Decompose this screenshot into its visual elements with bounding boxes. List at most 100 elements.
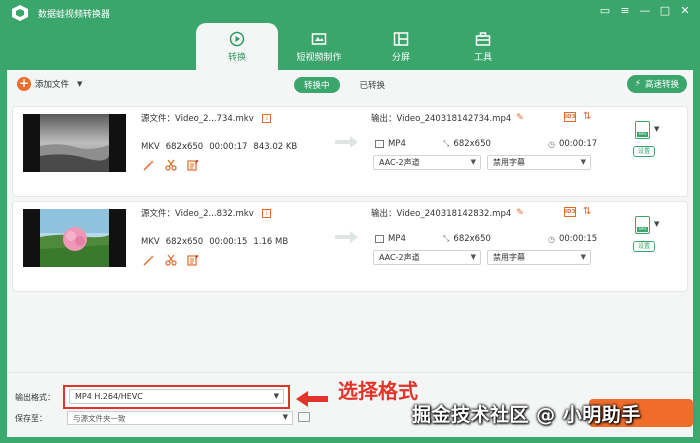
chevron-down-icon: ▼ <box>580 253 586 261</box>
clock-icon: ◷ <box>548 234 555 244</box>
output-badges: ID3 ⇅ <box>564 207 591 217</box>
watermark: 掘金技术社区 @ 小明助手 <box>412 404 641 426</box>
output-file-text: 输出：Video_240318142832.mp4 <box>371 209 512 219</box>
scissors-icon[interactable] <box>165 254 177 266</box>
info-icon[interactable]: i <box>262 114 272 123</box>
chevron-down-icon: ▼ <box>273 392 279 400</box>
toolbox-icon <box>475 32 491 46</box>
thumbnail-image <box>40 209 109 267</box>
subtitle-select[interactable]: 禁用字幕 ▼ <box>487 250 591 265</box>
app-logo-icon <box>12 5 28 21</box>
video-enhance-icon[interactable]: ID3 <box>564 207 576 217</box>
chevron-down-icon[interactable]: ▼ <box>654 220 659 228</box>
edit-tools <box>143 159 199 171</box>
output-resolution-item: ⤡ 682x650 <box>443 139 491 149</box>
output-duration: 00:00:15 <box>558 234 598 244</box>
feedback-icon[interactable]: ▭ <box>598 4 612 18</box>
tab-toolbox-label: 工具 <box>473 53 492 63</box>
compress-icon[interactable]: ⇅ <box>583 207 591 217</box>
source-file-name: 源文件：Video_2...832.mkv i <box>141 207 272 219</box>
add-file-button[interactable]: + 添加文件 ▼ <box>17 77 82 91</box>
output-format-select[interactable]: MP4 H.264/HEVC ▼ <box>63 385 290 409</box>
subtitle-edit-icon[interactable] <box>187 254 199 266</box>
output-format: MP4 <box>388 139 406 149</box>
chevron-down-icon[interactable]: ▼ <box>654 125 659 133</box>
source-format: MKV <box>141 142 160 152</box>
chevron-down-icon[interactable]: ▼ <box>77 80 82 88</box>
annotation-text: 选择格式 <box>338 379 418 403</box>
source-meta: MKV 682x650 00:00:17 843.02 KB <box>141 142 297 152</box>
maximize-icon[interactable]: □ <box>658 4 672 18</box>
film-icon <box>375 235 384 243</box>
tab-split-screen[interactable]: 分屏 <box>360 23 442 70</box>
output-badges: ID3 ⇅ <box>564 112 591 122</box>
output-format-item: MP4 <box>375 139 406 149</box>
source-size: 843.02 KB <box>253 142 298 152</box>
audio-track-select[interactable]: AAC-2声道 ▼ <box>373 155 481 170</box>
tab-short-video[interactable]: 短视频制作 <box>278 23 360 70</box>
add-file-label: 添加文件 <box>35 80 70 90</box>
magic-wand-icon[interactable] <box>143 254 155 266</box>
chevron-down-icon: ▼ <box>470 158 476 166</box>
annotation-arrow-icon <box>296 391 328 407</box>
output-file-name: 输出：Video_240318142832.mp4 ✎ <box>371 207 524 219</box>
toolbar: + 添加文件 ▼ 转换中 已转换 ⚡ 高速转换 <box>7 70 693 100</box>
file-row: 源文件：Video_2...734.mkv i MKV 682x650 00:0… <box>12 106 688 197</box>
output-resolution: 682x650 <box>453 234 491 244</box>
save-to-select[interactable]: 与源文件夹一致 ▼ <box>67 411 293 425</box>
tab-convert[interactable]: 转换 <box>196 23 278 70</box>
tab-convert-label: 转换 <box>227 53 246 63</box>
source-duration: 00:00:15 <box>209 237 248 247</box>
menu-icon[interactable]: ≡ <box>618 4 632 18</box>
audio-track-value: AAC-2声道 <box>379 158 420 167</box>
minimize-icon[interactable]: — <box>638 4 652 18</box>
source-resolution: 682x650 <box>165 237 204 247</box>
source-file-text: 源文件：Video_2...734.mkv <box>141 114 254 124</box>
thumbnail-image <box>40 114 109 172</box>
arrow-right-icon <box>335 136 358 148</box>
folder-icon[interactable] <box>298 412 310 422</box>
file-row: 源文件：Video_2...832.mkv i MKV 682x650 00:0… <box>12 201 688 292</box>
title-bar: 数据蛙视频转换器 ▭ ≡ — □ ✕ 转换 短视频制作 分屏 工具 <box>0 0 700 70</box>
pencil-icon[interactable]: ✎ <box>516 208 524 218</box>
info-icon[interactable]: i <box>262 209 272 218</box>
output-format-picker[interactable]: MP4 ▼ 设置 <box>633 121 663 157</box>
tab-toolbox[interactable]: 工具 <box>442 23 524 70</box>
pencil-icon[interactable]: ✎ <box>516 113 524 123</box>
arrow-right-icon <box>335 231 358 243</box>
audio-track-value: AAC-2声道 <box>379 253 420 262</box>
resize-icon: ⤡ <box>443 139 450 148</box>
chevron-down-icon: ▼ <box>470 253 476 261</box>
output-duration: 00:00:17 <box>558 139 598 149</box>
clock-icon: ◷ <box>548 139 555 149</box>
chevron-down-icon: ▼ <box>580 158 586 166</box>
output-duration-item: ◷ 00:00:17 <box>548 139 597 149</box>
video-thumbnail[interactable] <box>23 114 126 172</box>
save-to-value: 与源文件夹一致 <box>73 414 126 423</box>
tab-converting[interactable]: 转换中 <box>294 77 340 93</box>
subtitle-value: 禁用字幕 <box>493 158 525 167</box>
output-file-text: 输出：Video_240318142734.mp4 <box>371 114 512 124</box>
mp4-format-icon: MP4 <box>635 121 650 139</box>
settings-button[interactable]: 设置 <box>633 241 655 252</box>
format-badge: MP4 <box>637 132 648 137</box>
scissors-icon[interactable] <box>165 159 177 171</box>
audio-track-select[interactable]: AAC-2声道 ▼ <box>373 250 481 265</box>
short-video-icon <box>311 33 327 45</box>
tab-converted[interactable]: 已转换 <box>360 79 386 91</box>
close-icon[interactable]: ✕ <box>678 4 692 18</box>
output-format-picker[interactable]: MP4 ▼ 设置 <box>633 216 663 252</box>
source-file-name: 源文件：Video_2...734.mkv i <box>141 112 272 124</box>
subtitle-edit-icon[interactable] <box>187 159 199 171</box>
settings-button[interactable]: 设置 <box>633 146 655 157</box>
video-enhance-icon[interactable]: ID3 <box>564 112 576 122</box>
magic-wand-icon[interactable] <box>143 159 155 171</box>
video-thumbnail[interactable] <box>23 209 126 267</box>
subtitle-select[interactable]: 禁用字幕 ▼ <box>487 155 591 170</box>
main-tabs: 转换 短视频制作 分屏 工具 <box>196 23 524 70</box>
high-speed-button[interactable]: ⚡ 高速转换 <box>626 75 687 93</box>
compress-icon[interactable]: ⇅ <box>583 112 591 122</box>
output-format: MP4 <box>388 234 406 244</box>
output-resolution-item: ⤡ 682x650 <box>443 234 491 244</box>
tab-short-video-label: 短视频制作 <box>296 53 342 63</box>
